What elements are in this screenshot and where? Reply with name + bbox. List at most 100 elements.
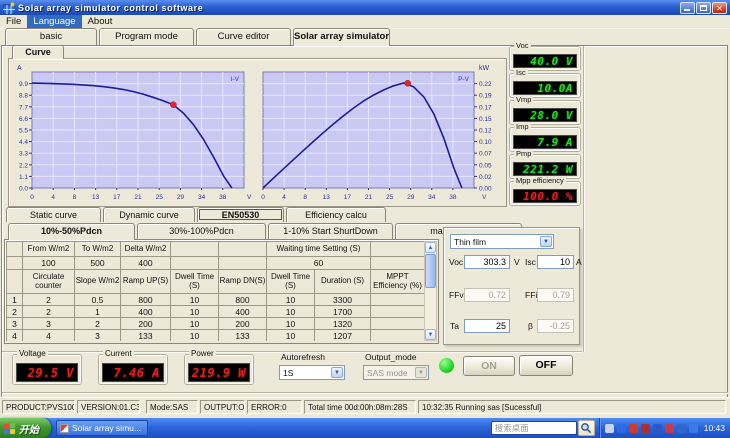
row-number[interactable]: 3 [6, 317, 23, 330]
tray-icon-3[interactable] [628, 423, 638, 433]
tab-efficiency-calcu[interactable]: Efficiency calcu [286, 207, 386, 222]
field-unit: V [514, 257, 520, 267]
menu-about[interactable]: About [82, 15, 119, 28]
table-cell[interactable] [6, 256, 23, 270]
table-cell[interactable] [370, 256, 426, 270]
output-mode-select[interactable]: SAS mode ▼ [363, 365, 429, 380]
row-number[interactable]: 1 [6, 293, 23, 306]
pv-curve-chart: 0 4 8 13 17 21 25 29 34 38 0.22 0.19 0.17 0.15 0.12 0.1… [261, 65, 492, 201]
on-button[interactable]: ON [463, 356, 515, 376]
table-cell[interactable]: 10 [170, 305, 219, 318]
tab-curve-editor[interactable]: Curve editor [196, 28, 291, 45]
tray-icon-2[interactable] [616, 423, 626, 433]
menu-file[interactable]: File [0, 15, 27, 28]
table-cell[interactable]: 100 [22, 256, 75, 270]
tray-icon-4[interactable] [640, 423, 650, 433]
table-cell[interactable]: 400 [120, 305, 171, 318]
tray-icon-1[interactable] [604, 423, 614, 433]
ffv-field[interactable]: 0.72 [464, 288, 510, 302]
taskbar-task-button[interactable]: Solar array simu... [56, 420, 148, 436]
minimize-button[interactable] [680, 1, 695, 14]
tab-basic[interactable]: basic [5, 28, 97, 45]
tab-solar-array-simulator[interactable]: Solar array simulator [293, 28, 390, 46]
scroll-down-button[interactable]: ▼ [425, 329, 436, 340]
table-cell[interactable]: 10 [266, 317, 315, 330]
tab-curve[interactable]: Curve [12, 45, 64, 59]
scroll-thumb[interactable] [425, 254, 436, 288]
table-cell[interactable]: 133 [120, 329, 171, 341]
table-cell[interactable] [218, 256, 267, 270]
ffi-field[interactable]: 0.79 [537, 288, 574, 302]
scroll-up-button[interactable]: ▲ [425, 242, 436, 253]
field-label-voc: Voc [449, 257, 464, 267]
tab-dynamic-curve[interactable]: Dynamic curve [103, 207, 195, 222]
table-cell[interactable]: 0.5 [74, 293, 121, 306]
table-cell[interactable]: 200 [120, 317, 171, 330]
row-number[interactable]: 2 [6, 305, 23, 318]
tab-static-curve[interactable]: Static curve [6, 207, 101, 222]
table-cell[interactable]: 400 [120, 256, 171, 270]
table-cell[interactable]: 2 [74, 317, 121, 330]
ta-field[interactable]: 25 [464, 319, 510, 333]
table-cell[interactable]: 60 [265, 256, 372, 270]
start-label: 开始 [19, 424, 39, 436]
taskbar-clock[interactable]: 10:43 [703, 423, 730, 433]
desktop-search-input[interactable]: 搜索桌面 [490, 421, 577, 435]
table-cell[interactable]: 10 [266, 293, 315, 306]
menu-language[interactable]: Language [27, 15, 82, 28]
svg-text:29: 29 [177, 194, 185, 201]
table-cell[interactable] [370, 305, 426, 318]
off-button[interactable]: OFF [519, 355, 573, 376]
table-cell[interactable]: 400 [218, 305, 267, 318]
-field[interactable]: -0.25 [537, 319, 574, 333]
readout-value: 29.5 V [16, 363, 78, 382]
table-cell[interactable]: 3300 [313, 293, 372, 306]
row-number[interactable]: 4 [6, 329, 23, 341]
tray-icon-6[interactable] [664, 423, 674, 433]
table-cell[interactable]: 1700 [313, 305, 372, 318]
tray-icon-8[interactable] [688, 423, 698, 433]
table-cell[interactable]: 3 [22, 317, 75, 330]
table-cell[interactable]: 1 [74, 305, 121, 318]
table-cell[interactable]: 10 [266, 329, 315, 341]
tab-30-100-pdcn[interactable]: 30%-100%Pdcn [137, 223, 266, 239]
table-cell[interactable]: 800 [120, 293, 171, 306]
table-cell[interactable]: 10 [170, 329, 219, 341]
table-cell[interactable]: 10 [266, 305, 315, 318]
tab-1-10-start-shurtdown[interactable]: 1-10% Start ShurtDown [268, 223, 393, 239]
table-cell[interactable]: 10 [170, 317, 219, 330]
autorefresh-select[interactable]: 1S ▼ [279, 365, 345, 380]
table-cell[interactable]: 133 [218, 329, 267, 341]
table-cell[interactable]: 3 [74, 329, 121, 341]
close-button[interactable]: ✕ [712, 1, 727, 14]
tray-icon-7[interactable] [676, 423, 686, 433]
table-cell[interactable]: 1207 [313, 329, 372, 341]
pv-type-select[interactable]: Thin film ▼ [450, 234, 554, 249]
table-cell[interactable]: 200 [218, 317, 267, 330]
svg-text:0.05: 0.05 [479, 162, 492, 169]
table-cell[interactable]: 500 [74, 256, 121, 270]
search-button[interactable] [577, 420, 595, 436]
tray-icon-5[interactable] [652, 423, 662, 433]
table-cell[interactable]: 2 [22, 305, 75, 318]
table-cell[interactable]: 10 [170, 293, 219, 306]
maximize-button[interactable] [696, 1, 711, 14]
search-icon [581, 423, 592, 434]
table-cell[interactable]: 800 [218, 293, 267, 306]
table-cell[interactable]: 1320 [313, 317, 372, 330]
table-cell[interactable]: 4 [22, 329, 75, 341]
table-cell[interactable] [370, 293, 426, 306]
table-cell[interactable]: 2 [22, 293, 75, 306]
tab-program-mode[interactable]: Program mode [99, 28, 194, 45]
table-scrollbar[interactable]: ▲ ▼ [424, 241, 437, 341]
table-cell[interactable] [370, 317, 426, 330]
voc-field[interactable]: 303.3 [464, 255, 510, 269]
table-cell[interactable] [370, 329, 426, 341]
tab-en50530[interactable]: EN50530 [197, 207, 284, 222]
start-button[interactable]: 开始 [0, 418, 51, 438]
sequence-table: From W/m2 To W/m2 Delta W/m2 Waiting time S… [6, 241, 426, 341]
task-label: Solar array simu... [72, 423, 141, 433]
isc-field[interactable]: 10 [537, 255, 574, 269]
tab-10-50-pdcn[interactable]: 10%-50%Pdcn [8, 223, 135, 240]
table-cell[interactable] [170, 256, 219, 270]
